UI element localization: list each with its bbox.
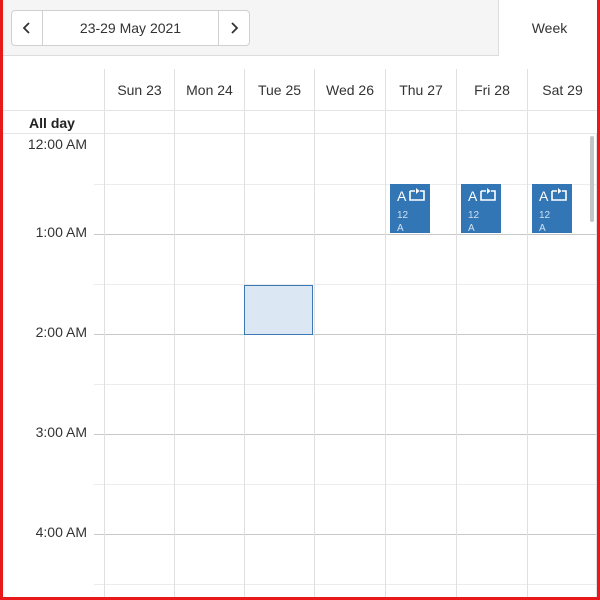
appointment-title: A [539,188,549,204]
appointment-time-line: 12 [468,210,480,221]
appointment-time: 12 A [539,209,550,233]
time-label: 1:00 AM [35,224,87,240]
hour-line [94,334,597,335]
appointment-time: 12 A [468,209,479,233]
day-header[interactable]: Mon 24 [174,69,244,110]
all-day-label: All day [29,114,75,131]
appointment-time-line: A [539,223,546,233]
half-hour-line [94,584,597,585]
time-label: 4:00 AM [35,524,87,540]
day-header[interactable]: Wed 26 [314,69,385,110]
all-day-cell[interactable] [174,111,244,134]
chevron-left-icon [22,22,30,34]
all-day-cell[interactable] [314,111,385,134]
appointment-title: A [468,188,478,204]
appointment-time-line: A [468,223,475,233]
all-day-cell[interactable] [456,111,527,134]
hour-line [94,434,597,435]
vertical-scrollbar[interactable] [590,136,594,222]
time-label: 12:00 AM [27,136,87,152]
day-header[interactable]: Thu 27 [385,69,456,110]
time-label: 3:00 AM [35,424,87,440]
appointment[interactable]: A 12 A [532,184,572,233]
column-line [104,134,105,600]
day-header[interactable]: Fri 28 [456,69,527,110]
week-view-button[interactable]: Week [498,0,600,56]
all-day-cell[interactable] [527,111,597,134]
half-hour-line [94,384,597,385]
appointment-title: A [397,188,407,204]
appointment[interactable]: A 12 A [390,184,430,233]
day-header-row: Sun 23 Mon 24 Tue 25 Wed 26 Thu 27 Fri 28 Sat … [0,56,600,110]
next-period-button[interactable] [218,11,249,45]
appointment[interactable]: A 12 A [461,184,501,233]
day-header[interactable]: Tue 25 [244,69,314,110]
column-line [527,134,528,600]
half-hour-line [94,284,597,285]
half-hour-line [94,484,597,485]
column-line [174,134,175,600]
day-header[interactable]: Sun 23 [104,69,174,110]
hour-line [94,234,597,235]
half-hour-line [94,184,597,185]
previous-period-button[interactable] [12,11,43,45]
hour-line [94,534,597,535]
column-line [244,134,245,600]
all-day-cell[interactable] [385,111,456,134]
time-grid: 12:00 AM 1:00 AM 2:00 AM 3:00 AM 4:00 AM A 12 A… [0,134,600,600]
day-header[interactable]: Sat 29 [527,69,597,110]
column-line [385,134,386,600]
appointment-time: 12 A [397,209,408,233]
column-line [314,134,315,600]
chevron-right-icon [231,22,239,34]
column-line [456,134,457,600]
scheduler-toolbar: 23-29 May 2021 Week [0,0,600,56]
selected-time-cell[interactable] [244,285,313,335]
appointment-time-line: A [397,223,404,233]
appointment-time-line: 12 [539,210,551,221]
all-day-cell[interactable] [244,111,314,134]
all-day-row: All day [0,110,600,134]
date-range-button[interactable]: 23-29 May 2021 [43,11,218,45]
column-line [596,134,597,600]
recurrence-icon [551,188,567,201]
recurrence-icon [409,188,425,201]
all-day-cell[interactable] [104,111,174,134]
date-navigator: 23-29 May 2021 [11,10,250,46]
recurrence-icon [480,188,496,201]
appointment-time-line: 12 [397,210,409,221]
time-label: 2:00 AM [35,324,87,340]
